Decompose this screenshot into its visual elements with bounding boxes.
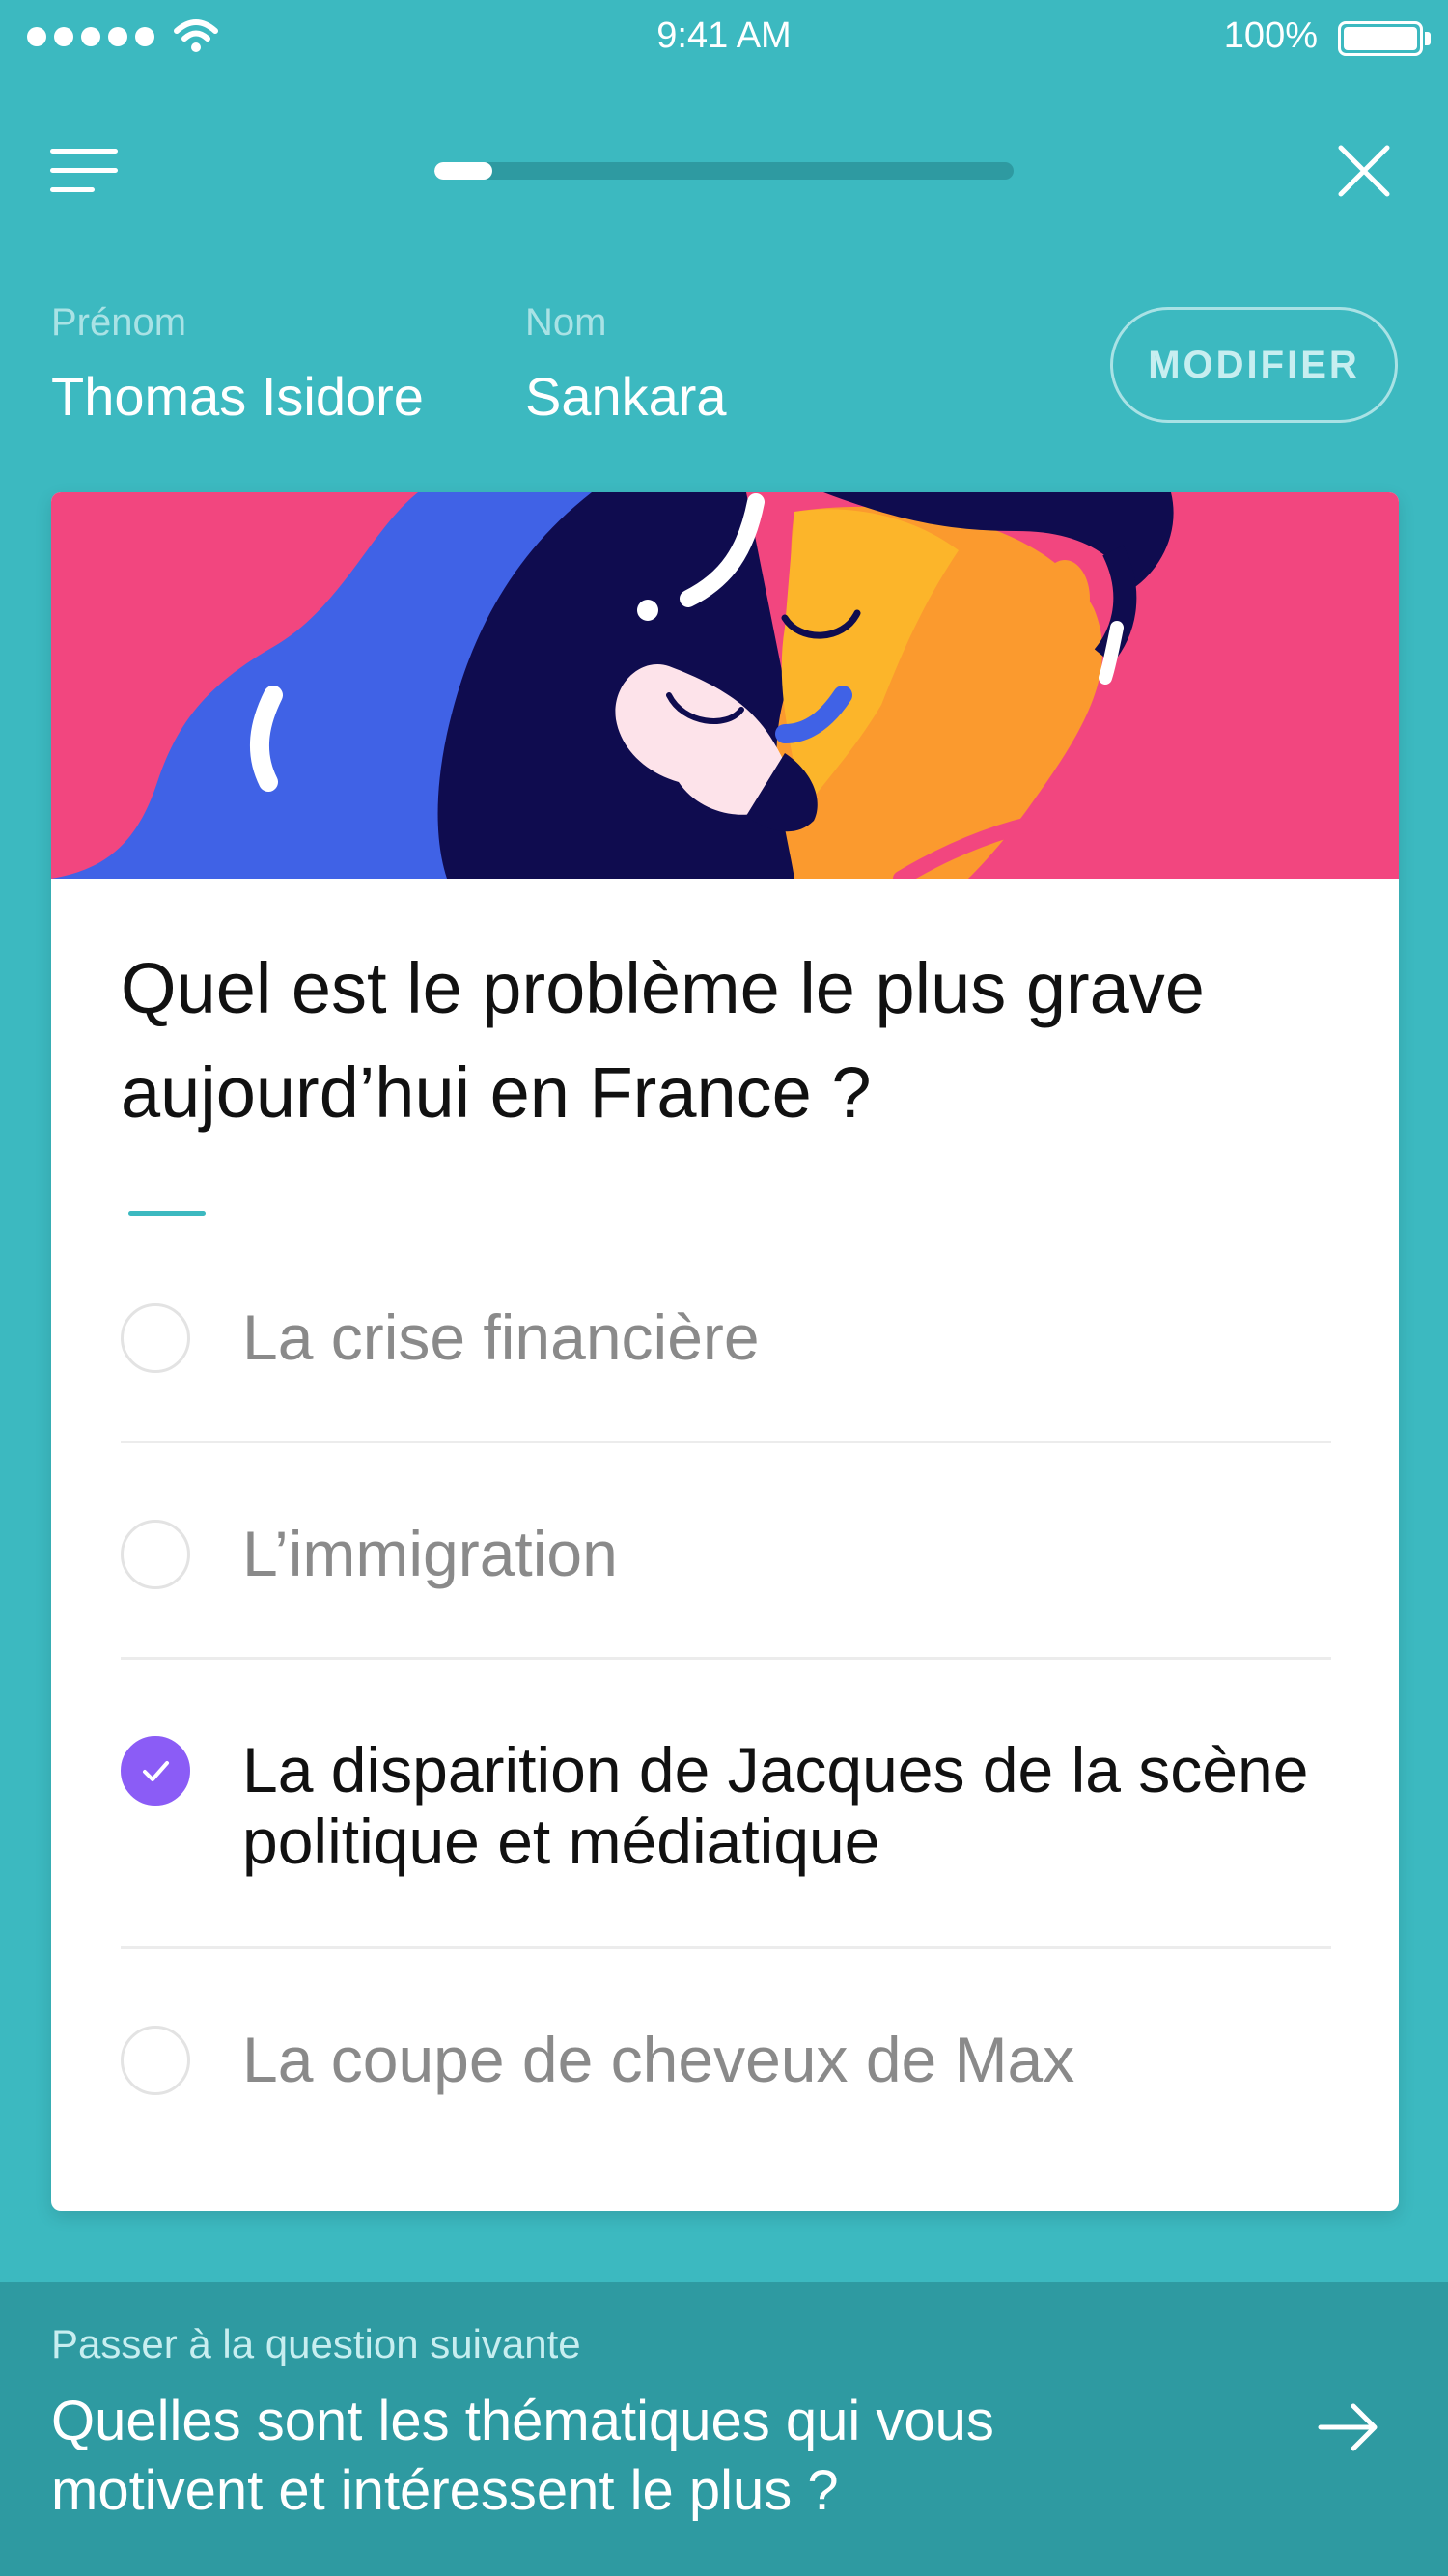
next-question-text: Quelles sont les thématiques qui vous mo… <box>51 2390 994 2522</box>
answer-option-label: L’immigration <box>242 1518 618 1589</box>
kissing-couple-illustration <box>51 492 1399 879</box>
question-card: Quel est le problème le plus grave aujou… <box>51 492 1399 2211</box>
option-divider <box>121 1946 1331 1949</box>
answer-option-label: La coupe de cheveux de Max <box>242 2024 1075 2095</box>
first-name-label: Prénom <box>51 301 187 344</box>
progress-bar-fill <box>434 162 492 180</box>
radio-button[interactable] <box>121 1520 190 1589</box>
radio-button-checked[interactable] <box>121 1736 190 1806</box>
last-name-label: Nom <box>525 301 607 344</box>
answer-option-label: La crise financière <box>242 1302 760 1373</box>
arrow-right-icon[interactable] <box>1315 2398 1382 2456</box>
radio-button[interactable] <box>121 1303 190 1373</box>
battery-icon <box>1338 21 1423 56</box>
close-icon[interactable] <box>1336 143 1392 199</box>
radio-button[interactable] <box>121 2026 190 2095</box>
modify-button[interactable]: MODIFIER <box>1110 307 1398 423</box>
question-text: Quel est le problème le plus grave aujou… <box>121 948 1205 1133</box>
option-divider <box>121 1441 1331 1443</box>
battery-percentage: 100% <box>1223 15 1318 56</box>
next-question-label: Passer à la question suivante <box>51 2321 581 2366</box>
hamburger-menu-icon[interactable] <box>50 147 120 195</box>
last-name-value: Sankara <box>525 366 727 427</box>
status-bar: 9:41 AM 100% <box>0 0 1448 77</box>
progress-bar <box>434 162 1014 180</box>
question-accent-line <box>128 1211 206 1216</box>
checkmark-icon <box>143 1761 169 1781</box>
next-question-bar[interactable]: Passer à la question suivante Quelles so… <box>0 2282 1448 2576</box>
battery-tip <box>1425 32 1431 45</box>
option-divider <box>121 1657 1331 1660</box>
first-name-value: Thomas Isidore <box>51 366 424 427</box>
answer-option-label: La disparition de Jacques de la scène po… <box>242 1734 1309 1877</box>
